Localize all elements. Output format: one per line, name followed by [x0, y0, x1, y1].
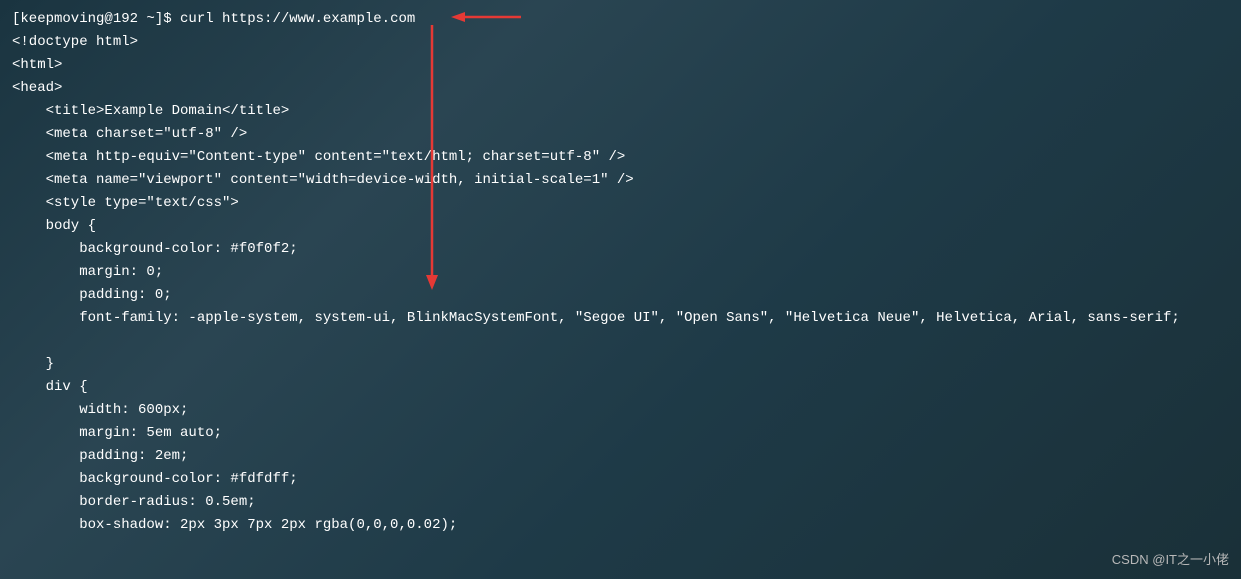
shell-prompt: [keepmoving@192 ~]$ [12, 11, 180, 27]
output-line: <meta http-equiv="Content-type" content=… [12, 146, 1229, 169]
output-line: body { [12, 215, 1229, 238]
output-line: <meta charset="utf-8" /> [12, 123, 1229, 146]
output-line: <!doctype html> [12, 31, 1229, 54]
terminal-output: [keepmoving@192 ~]$ curl https://www.exa… [12, 8, 1229, 537]
output-line: font-family: -apple-system, system-ui, B… [12, 307, 1229, 330]
output-line [12, 330, 1229, 353]
output-line: margin: 0; [12, 261, 1229, 284]
output-line: <head> [12, 77, 1229, 100]
output-line: <title>Example Domain</title> [12, 100, 1229, 123]
command-text: curl https://www.example.com [180, 11, 415, 27]
output-line: box-shadow: 2px 3px 7px 2px rgba(0,0,0,0… [12, 514, 1229, 537]
output-line: margin: 5em auto; [12, 422, 1229, 445]
watermark-text: CSDN @IT之一小佬 [1112, 548, 1229, 571]
output-line: padding: 0; [12, 284, 1229, 307]
output-line: width: 600px; [12, 399, 1229, 422]
output-line: border-radius: 0.5em; [12, 491, 1229, 514]
output-line: div { [12, 376, 1229, 399]
output-line: <meta name="viewport" content="width=dev… [12, 169, 1229, 192]
output-line: background-color: #f0f0f2; [12, 238, 1229, 261]
command-line: [keepmoving@192 ~]$ curl https://www.exa… [12, 8, 1229, 31]
output-line: <style type="text/css"> [12, 192, 1229, 215]
output-line: <html> [12, 54, 1229, 77]
output-line: background-color: #fdfdff; [12, 468, 1229, 491]
output-line: } [12, 353, 1229, 376]
output-line: padding: 2em; [12, 445, 1229, 468]
